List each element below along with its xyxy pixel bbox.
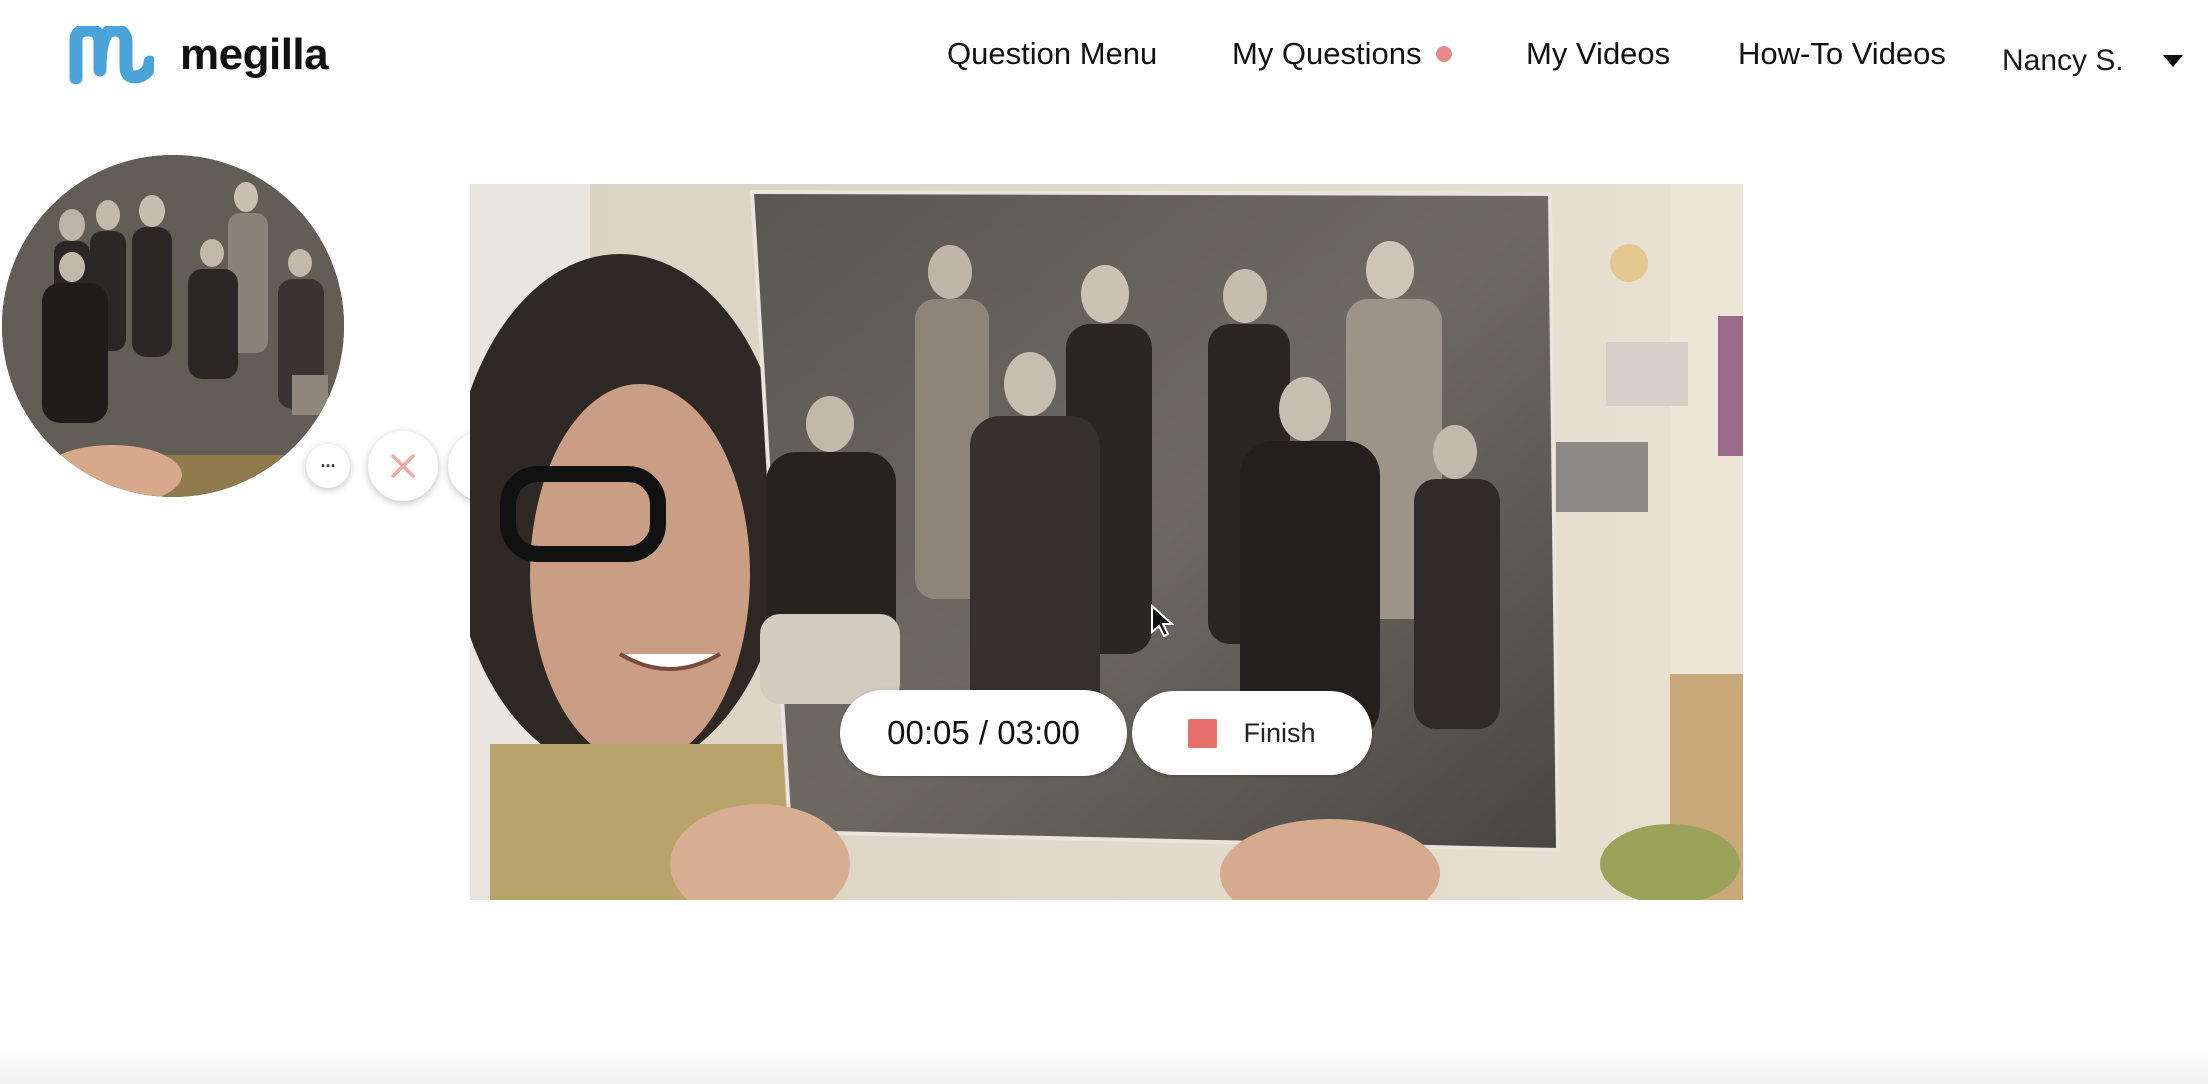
close-icon	[391, 454, 415, 478]
cancel-button[interactable]	[368, 431, 438, 501]
recording-timer: 00:05 / 03:00	[840, 690, 1127, 776]
nav-my-questions[interactable]: My Questions	[1232, 36, 1452, 72]
more-button[interactable]: ···	[306, 444, 350, 488]
finish-button[interactable]: Finish	[1132, 691, 1372, 775]
thumbnail-image	[2, 155, 344, 497]
stop-icon	[1188, 718, 1218, 748]
chevron-down-icon[interactable]	[2163, 55, 2183, 67]
mouse-cursor-icon	[1151, 604, 1174, 638]
nav-my-questions-label: My Questions	[1232, 36, 1422, 71]
recording-thumbnail	[2, 155, 344, 497]
nav-how-to-videos[interactable]: How-To Videos	[1738, 36, 1946, 72]
nav-my-videos[interactable]: My Videos	[1526, 36, 1670, 72]
nav-question-menu[interactable]: Question Menu	[947, 36, 1157, 72]
finish-label: Finish	[1243, 717, 1316, 748]
user-menu[interactable]: Nancy S.	[2002, 44, 2124, 78]
top-header: megilla Question Menu My Questions My Vi…	[0, 0, 2208, 120]
more-icon: ···	[320, 455, 337, 476]
page-footer-shade	[0, 1048, 2208, 1084]
webcam-feed-image	[470, 184, 1743, 900]
notification-dot	[1435, 45, 1452, 62]
video-preview: 00:05 / 03:00 Finish	[470, 184, 1743, 900]
main-nav: Question Menu My Questions My Videos How…	[0, 36, 2208, 86]
